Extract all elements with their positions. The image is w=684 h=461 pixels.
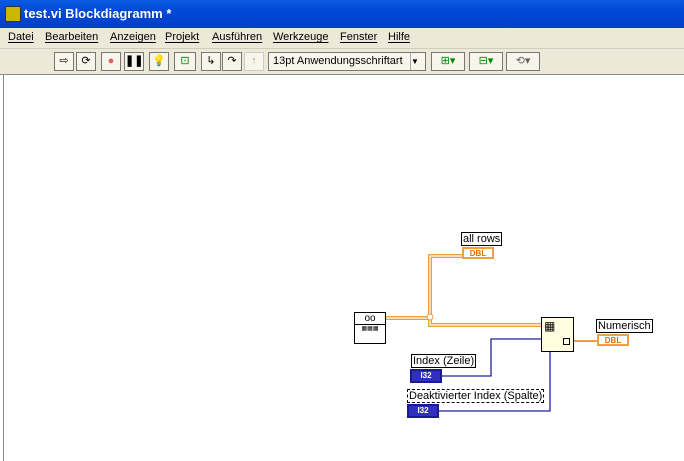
read-spreadsheet-node[interactable]: oo ▦▦▦	[354, 312, 386, 344]
highlight-execution-icon[interactable]: 💡	[149, 52, 169, 71]
menu-bearbeiten[interactable]: Bearbeiten	[45, 31, 98, 43]
menu-werkzeuge[interactable]: Werkzeuge	[273, 31, 328, 43]
menu-fenster[interactable]: Fenster	[340, 31, 377, 43]
font-select-value: 13pt Anwendungsschriftart	[273, 55, 403, 67]
wire-junction	[426, 313, 434, 321]
menu-hilfe[interactable]: Hilfe	[388, 31, 410, 43]
menu-datei[interactable]: Datei	[8, 31, 34, 43]
labview-icon	[5, 6, 21, 22]
step-into-icon[interactable]: ↳	[201, 52, 221, 71]
reorder-icon[interactable]: ⟲▾	[506, 52, 540, 71]
array-wire-to-index	[428, 318, 542, 327]
element-terminal-icon	[563, 338, 570, 345]
glasses-icon: oo	[364, 313, 376, 324]
align-objects-icon[interactable]: ⊞▾	[431, 52, 465, 71]
abort-icon[interactable]: ●	[101, 52, 121, 71]
all-rows-label: all rows	[461, 232, 503, 246]
title-bar: test.vi Blockdiagramm *	[0, 0, 684, 28]
toolbar: ⇨ ⟳ ● ❚❚ 💡 ⊡ ↳ ↷ ↑ 13pt Anwendungsschrif…	[0, 49, 684, 75]
step-over-icon[interactable]: ↷	[222, 52, 242, 71]
index-col-label: Deaktivierter Index (Spalte)	[407, 389, 545, 403]
numerisch-indicator[interactable]: DBL	[597, 334, 629, 346]
run-arrow-icon[interactable]: ⇨	[54, 52, 74, 71]
table-icon: ▦▦▦	[355, 324, 385, 332]
array-wire-to-all-rows	[386, 254, 463, 320]
menu-ausfuehren[interactable]: Ausführen	[212, 31, 262, 43]
block-diagram-canvas[interactable]: oo ▦▦▦ all rows DBL ▦ Numerisch DBL Inde…	[3, 75, 684, 461]
menu-projekt[interactable]: Projekt	[165, 31, 199, 43]
retain-wire-values-icon[interactable]: ⊡	[174, 52, 196, 71]
index-col-control[interactable]: I32	[407, 404, 439, 418]
menu-anzeigen[interactable]: Anzeigen	[110, 31, 156, 43]
index-row-label: Index (Zeile)	[411, 354, 477, 368]
index-array-node[interactable]: ▦	[541, 317, 574, 352]
pause-icon[interactable]: ❚❚	[124, 52, 144, 71]
menu-bar: Datei Bearbeiten Anzeigen Projekt Ausfüh…	[0, 28, 684, 49]
index-row-control[interactable]: I32	[410, 369, 442, 383]
wires	[386, 254, 597, 412]
step-out-icon: ↑	[244, 52, 264, 71]
numerisch-label: Numerisch	[596, 319, 653, 333]
distribute-objects-icon[interactable]: ⊟▾	[469, 52, 503, 71]
window-title: test.vi Blockdiagramm *	[24, 6, 172, 21]
font-select[interactable]: 13pt Anwendungsschriftart ▼	[268, 52, 426, 71]
all-rows-indicator[interactable]: DBL	[462, 247, 494, 259]
array-grid-icon: ▦	[544, 319, 556, 333]
chevron-down-icon: ▼	[410, 53, 425, 70]
run-continuously-icon[interactable]: ⟳	[76, 52, 96, 71]
